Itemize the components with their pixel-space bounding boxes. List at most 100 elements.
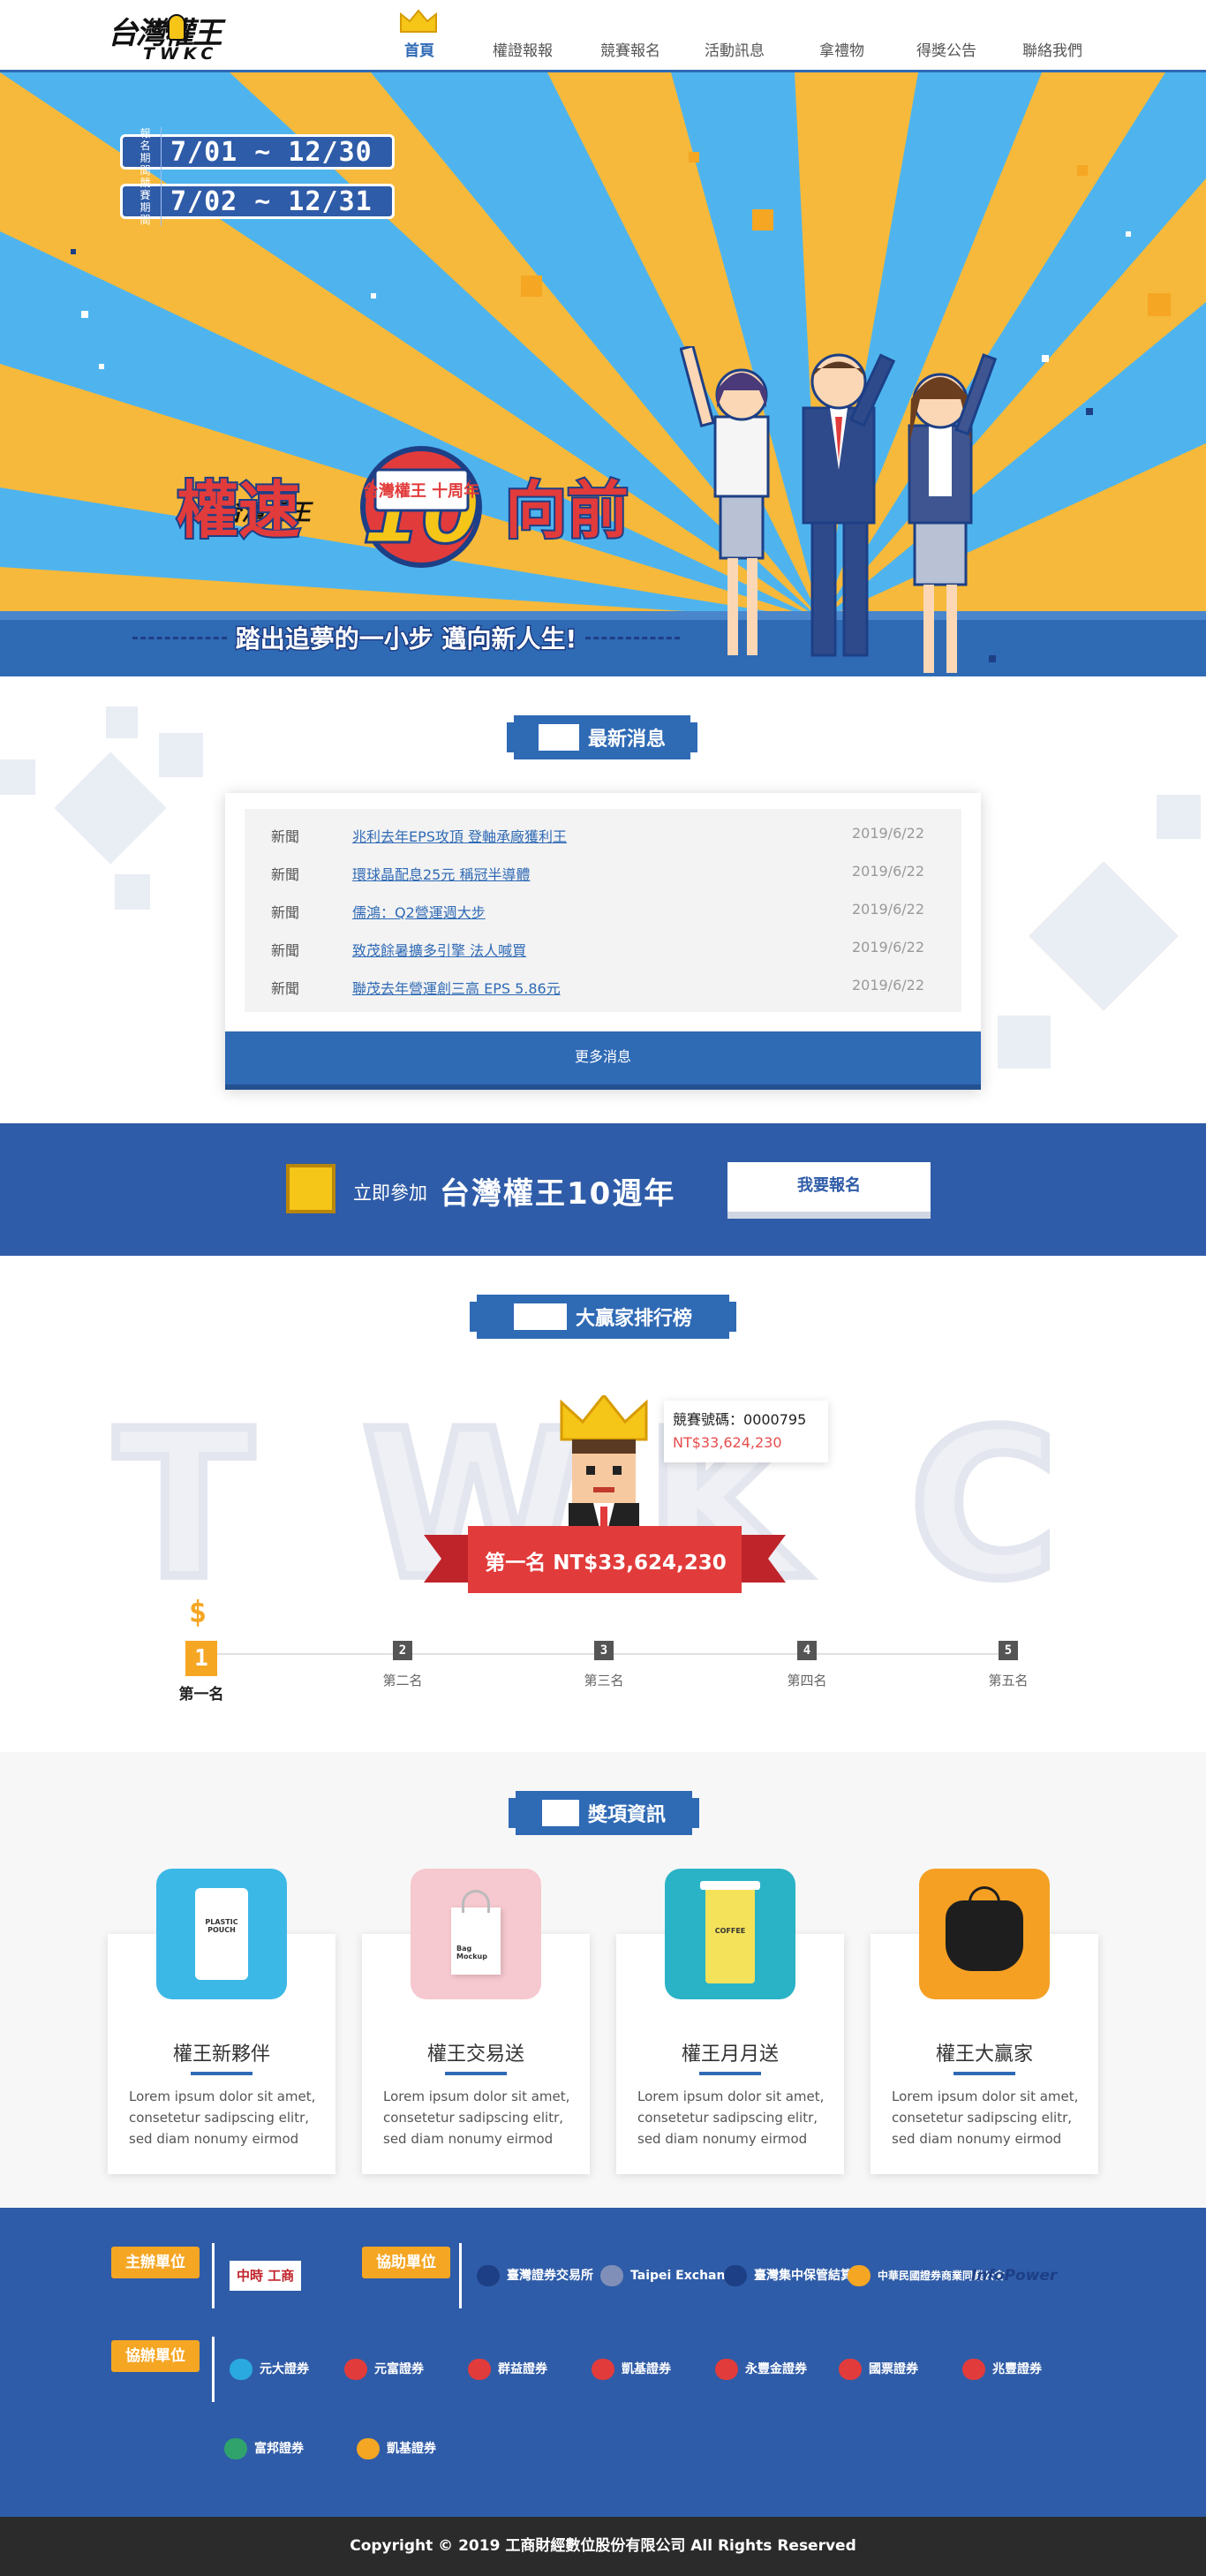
assist-logo[interactable]: 臺灣證券交易所 bbox=[477, 2261, 593, 2291]
hero-subtitle: 踏出追夢的一小步 邁向新人生! bbox=[234, 623, 578, 655]
rank-tab-label: 第一名 bbox=[178, 1686, 224, 1703]
rank-tab-1[interactable]: 1 第一名 bbox=[157, 1641, 245, 1703]
assist-logo[interactable]: 臺灣集中保管結算所 bbox=[724, 2261, 865, 2291]
pouch-label: PLASTIC POUCH bbox=[205, 1918, 238, 1934]
logo-mark-icon bbox=[592, 2359, 614, 2380]
prize-image-bag: Bag Mockup bbox=[411, 1869, 541, 1999]
rank-tab-label: 第四名 bbox=[787, 1673, 827, 1688]
prize-underline bbox=[445, 2072, 507, 2075]
rank-tab-4[interactable]: 4 第四名 bbox=[763, 1641, 851, 1689]
news-heading-badge: 最新消息 bbox=[507, 715, 697, 759]
rank-tab-3[interactable]: 3 第三名 bbox=[560, 1641, 648, 1689]
signup-period-tag: 報名期間 bbox=[135, 127, 162, 177]
hero-title-right: 向前 bbox=[503, 472, 630, 548]
pixel-decoration bbox=[115, 874, 150, 910]
lightbulb-icon bbox=[168, 14, 185, 41]
contest-period-badge: 競賽期間 7/02 ~ 12/31 bbox=[120, 177, 395, 226]
pixel-decoration bbox=[0, 759, 35, 795]
prize-image-drawstring-bag bbox=[919, 1869, 1050, 1999]
host-logo[interactable]: 中時 工商 bbox=[230, 2261, 302, 2291]
rank-tab-number: 3 bbox=[594, 1641, 614, 1660]
prize-underline bbox=[699, 2072, 761, 2075]
bg-letter: T bbox=[110, 1384, 258, 1628]
pouch-shape bbox=[195, 1888, 248, 1980]
drawstring bbox=[969, 1886, 1000, 1904]
gift-icon bbox=[541, 1800, 579, 1826]
contest-number: 0000795 bbox=[743, 1411, 807, 1428]
logo-mark-icon bbox=[962, 2359, 985, 2380]
coin-icon bbox=[286, 1164, 335, 1213]
co-logo[interactable]: 富邦證券 bbox=[224, 2434, 304, 2464]
co-logo[interactable]: 群益證券 bbox=[468, 2354, 547, 2384]
news-card: 新聞 兆利去年EPS攻頂 登軸承廠獲利王 2019/6/22 新聞 環球晶配息2… bbox=[225, 793, 981, 1090]
news-title-link[interactable]: 環球晶配息25元 稱冠半導體 bbox=[352, 863, 530, 884]
co-organizer-label: 協辦單位 bbox=[111, 2340, 200, 2372]
rank-tab-2[interactable]: 2 第二名 bbox=[358, 1641, 447, 1689]
rank-tab-5[interactable]: 5 第五名 bbox=[964, 1641, 1052, 1689]
logo-mark-icon bbox=[848, 2265, 871, 2286]
pixel-decoration bbox=[1157, 795, 1201, 839]
more-news-button[interactable]: 更多消息 bbox=[225, 1031, 981, 1090]
news-list: 新聞 兆利去年EPS攻頂 登軸承廠獲利王 2019/6/22 新聞 環球晶配息2… bbox=[245, 809, 961, 1012]
co-logo[interactable]: 凱基證券 bbox=[357, 2434, 436, 2464]
divider bbox=[212, 2243, 215, 2308]
co-logo-name: 國票證券 bbox=[869, 2362, 918, 2376]
prize-description: Lorem ipsum dolor sit amet, consetetur s… bbox=[383, 2089, 570, 2147]
news-item[interactable]: 新聞 環球晶配息25元 稱冠半導體 2019/6/22 bbox=[245, 852, 961, 889]
news-item[interactable]: 新聞 儒鴻：Q2營運週大步 2019/6/22 bbox=[245, 890, 961, 927]
co-logo-name: 群益證券 bbox=[498, 2362, 547, 2376]
winner-info-bubble: 競賽號碼：0000795 NT$33,624,230 bbox=[664, 1401, 828, 1462]
news-title-link[interactable]: 兆利去年EPS攻頂 登軸承廠獲利王 bbox=[352, 825, 567, 846]
news-item[interactable]: 新聞 致茂餘暑擴多引擎 法人喊買 2019/6/22 bbox=[245, 928, 961, 965]
logo-mark-icon bbox=[230, 2359, 253, 2380]
site-logo[interactable]: 台灣權王 TWKC bbox=[108, 9, 253, 64]
co-logo-name: 富邦證券 bbox=[254, 2442, 304, 2456]
rank-tab-label: 第五名 bbox=[988, 1673, 1029, 1688]
bag-handle bbox=[462, 1890, 490, 1913]
logo-mark-icon bbox=[724, 2265, 747, 2286]
assist-logo[interactable]: Taipei Exchange bbox=[600, 2261, 742, 2291]
co-logo[interactable]: 國票證券 bbox=[839, 2354, 918, 2384]
pixel-decoration bbox=[106, 706, 138, 738]
news-item[interactable]: 新聞 聯茂去年營運創三高 EPS 5.86元 2019/6/22 bbox=[245, 966, 961, 1003]
host-label: 主辦單位 bbox=[111, 2247, 200, 2278]
rank-tab-number: 2 bbox=[393, 1641, 412, 1660]
nav-gifts[interactable]: 拿禮物 bbox=[819, 38, 864, 60]
news-date: 2019/6/22 bbox=[851, 825, 924, 842]
nav-warrant-news[interactable]: 權證報報 bbox=[493, 38, 553, 60]
contest-number-label: 競賽號碼： bbox=[673, 1411, 744, 1428]
signup-button[interactable]: 我要報名 bbox=[727, 1162, 931, 1219]
logo-sub-text: TWKC bbox=[143, 44, 219, 64]
news-title-link[interactable]: 儒鴻：Q2營運週大步 bbox=[352, 901, 486, 922]
assist-logo[interactable]: InfoPower bbox=[971, 2261, 1057, 2291]
co-logo[interactable]: 永豐金證券 bbox=[715, 2354, 807, 2384]
contest-period-tag: 競賽期間 bbox=[135, 177, 162, 226]
nav-awards[interactable]: 得獎公告 bbox=[916, 38, 976, 60]
nav-home[interactable]: 首頁 bbox=[404, 38, 434, 60]
news-category: 新聞 bbox=[271, 866, 300, 883]
hero-banner[interactable]: 報名期間 7/01 ~ 12/30 競賽期間 7/02 ~ 12/31 台灣權王… bbox=[0, 72, 1206, 676]
logo-mark-icon bbox=[477, 2265, 500, 2286]
assist-label: 協助單位 bbox=[362, 2247, 450, 2278]
co-logo[interactable]: 元富證券 bbox=[344, 2354, 424, 2384]
signup-period-dates: 7/01 ~ 12/30 bbox=[170, 136, 373, 168]
co-logo[interactable]: 兆豐證券 bbox=[962, 2354, 1042, 2384]
nav-contact[interactable]: 聯絡我們 bbox=[1022, 38, 1082, 60]
co-logo[interactable]: 凱基證券 bbox=[592, 2354, 671, 2384]
news-title-link[interactable]: 致茂餘暑擴多引擎 法人喊買 bbox=[352, 939, 526, 960]
news-item[interactable]: 新聞 兆利去年EPS攻頂 登軸承廠獲利王 2019/6/22 bbox=[245, 814, 961, 851]
co-logo-name: 兆豐證券 bbox=[992, 2362, 1042, 2376]
hero-characters-illustration bbox=[680, 346, 998, 673]
nav-contest-signup[interactable]: 競賽報名 bbox=[600, 38, 660, 60]
winner-ribbon: 第一名 NT$33,624,230 bbox=[424, 1521, 786, 1602]
divider bbox=[132, 636, 227, 639]
signup-period-badge: 報名期間 7/01 ~ 12/30 bbox=[120, 127, 395, 177]
nav-events[interactable]: 活動訊息 bbox=[705, 38, 765, 60]
rank-tab-label: 第三名 bbox=[584, 1673, 624, 1688]
rank-tab-label: 第二名 bbox=[382, 1673, 423, 1688]
co-logo[interactable]: 元大證券 bbox=[230, 2354, 309, 2384]
news-title-link[interactable]: 聯茂去年營運創三高 EPS 5.86元 bbox=[352, 977, 561, 998]
news-category: 新聞 bbox=[271, 980, 300, 997]
megaphone-icon bbox=[538, 724, 579, 751]
prize-description: Lorem ipsum dolor sit amet, consetetur s… bbox=[637, 2089, 825, 2147]
